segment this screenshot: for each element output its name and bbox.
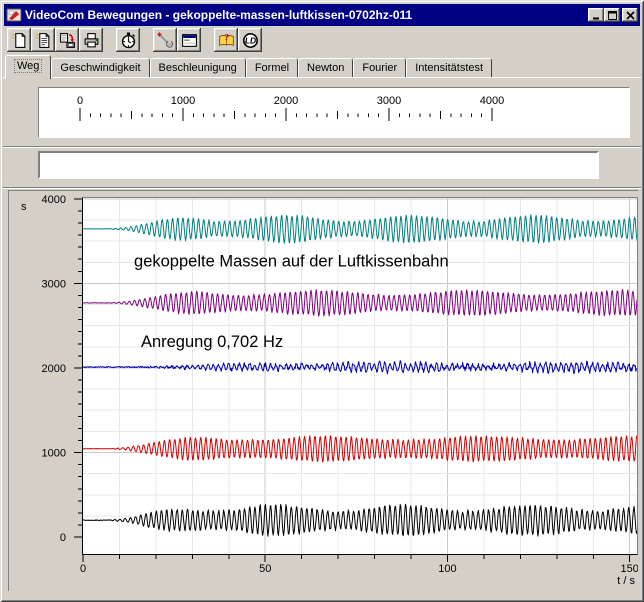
tools-icon bbox=[157, 32, 174, 49]
minimize-button[interactable] bbox=[588, 8, 604, 22]
svg-text:2000: 2000 bbox=[274, 95, 298, 107]
divider bbox=[3, 146, 641, 148]
help-book-icon: ? bbox=[218, 32, 235, 49]
toolbar: ? LD bbox=[7, 28, 275, 54]
svg-text:2000: 2000 bbox=[42, 363, 66, 375]
stopwatch-icon bbox=[120, 32, 137, 49]
help-button-group: ? LD bbox=[214, 28, 262, 52]
display-settings-button[interactable] bbox=[177, 28, 201, 52]
close-button[interactable] bbox=[622, 8, 638, 22]
chart-annotation: gekoppelte Massen auf der Luftkissenbahn bbox=[134, 252, 449, 270]
tab-label: Geschwindigkeit bbox=[60, 62, 140, 74]
measure-button-group bbox=[116, 28, 140, 52]
formula-input[interactable] bbox=[38, 151, 599, 179]
svg-text:3000: 3000 bbox=[42, 278, 66, 290]
svg-text:4000: 4000 bbox=[480, 95, 504, 107]
ld-logo-icon: LD bbox=[242, 32, 259, 49]
svg-text:0: 0 bbox=[80, 563, 86, 575]
printer-icon bbox=[83, 32, 100, 49]
chart-panel: 0 1000 2000 3000 4000 0 50 100 150 s t / s gekoppel… bbox=[8, 190, 638, 591]
chart-annotation: Anregung 0,702 Hz bbox=[141, 333, 283, 351]
minimize-icon bbox=[592, 11, 601, 20]
maximize-icon bbox=[608, 11, 617, 20]
svg-text:1000: 1000 bbox=[171, 95, 195, 107]
blank-page-icon bbox=[11, 32, 28, 49]
svg-text:100: 100 bbox=[438, 563, 456, 575]
tab-geschwindigkeit[interactable]: Geschwindigkeit bbox=[51, 58, 149, 77]
save-file-button[interactable] bbox=[55, 28, 79, 52]
app-window: VideoCom Bewegungen - gekoppelte-massen-… bbox=[0, 0, 644, 602]
svg-text:t / s: t / s bbox=[617, 575, 635, 587]
svg-text:LD: LD bbox=[244, 35, 255, 45]
close-icon bbox=[626, 11, 635, 20]
tab-label: Intensitätstest bbox=[415, 62, 483, 74]
tab-formel[interactable]: Formel bbox=[246, 58, 298, 77]
svg-text:50: 50 bbox=[259, 563, 271, 575]
tab-fourier[interactable]: Fourier bbox=[353, 58, 406, 77]
file-button-group bbox=[7, 28, 103, 52]
tab-label: Fourier bbox=[362, 62, 397, 74]
help-button[interactable]: ? bbox=[214, 28, 238, 52]
tab-label: Newton bbox=[307, 62, 344, 74]
settings-button[interactable] bbox=[153, 28, 177, 52]
print-button[interactable] bbox=[79, 28, 103, 52]
svg-text:s: s bbox=[21, 201, 27, 213]
open-file-button[interactable] bbox=[31, 28, 55, 52]
tab-label: Beschleunigung bbox=[159, 62, 237, 74]
window-icon bbox=[181, 32, 198, 49]
save-disk-arrow-icon bbox=[59, 32, 76, 49]
document-lines-icon bbox=[35, 32, 52, 49]
scale-ruler: 0 1000 2000 3000 4000 bbox=[38, 87, 630, 138]
svg-text:0: 0 bbox=[60, 532, 66, 544]
svg-text:150: 150 bbox=[621, 563, 638, 575]
tab-label: Weg bbox=[15, 60, 41, 72]
about-ld-button[interactable]: LD bbox=[238, 28, 262, 52]
titlebar[interactable]: VideoCom Bewegungen - gekoppelte-massen-… bbox=[4, 4, 640, 26]
svg-text:3000: 3000 bbox=[377, 95, 401, 107]
tab-intensitaetstest[interactable]: Intensitätstest bbox=[406, 58, 492, 77]
tab-weg[interactable]: Weg bbox=[5, 55, 51, 79]
tab-newton[interactable]: Newton bbox=[298, 58, 353, 77]
maximize-button[interactable] bbox=[604, 8, 620, 22]
new-measurement-button[interactable] bbox=[7, 28, 31, 52]
tab-bar: Weg Geschwindigkeit Beschleunigung Forme… bbox=[5, 54, 492, 78]
tab-label: Formel bbox=[255, 62, 289, 74]
svg-text:?: ? bbox=[224, 32, 229, 43]
svg-text:0: 0 bbox=[77, 95, 83, 107]
divider bbox=[3, 187, 641, 189]
tab-beschleunigung[interactable]: Beschleunigung bbox=[150, 58, 246, 77]
videocom-app-icon bbox=[6, 7, 22, 23]
window-title: VideoCom Bewegungen - gekoppelte-massen-… bbox=[25, 8, 585, 22]
chart-plot-area[interactable]: 0 1000 2000 3000 4000 0 50 100 150 s t / s gekoppel… bbox=[9, 191, 638, 591]
svg-text:1000: 1000 bbox=[42, 448, 66, 460]
settings-button-group bbox=[153, 28, 201, 52]
scale-ruler-ticks: 0 1000 2000 3000 4000 bbox=[39, 88, 627, 135]
window-controls bbox=[588, 8, 638, 22]
svg-text:4000: 4000 bbox=[42, 194, 66, 206]
start-stop-measurement-button[interactable] bbox=[116, 28, 140, 52]
